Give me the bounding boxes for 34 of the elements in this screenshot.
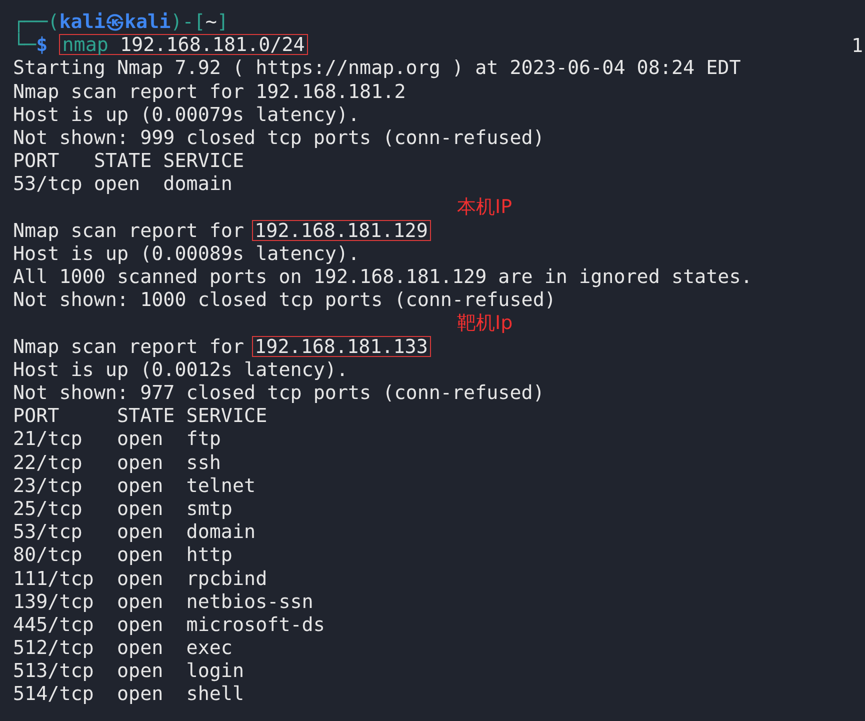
line-number: 1	[851, 34, 863, 58]
output-line: Host is up (0.00079s latency).	[13, 102, 360, 126]
output-line: Nmap scan report for	[13, 218, 244, 242]
output-line: 23/tcp open telnet	[13, 474, 256, 497]
output-line: Host is up (0.0012s latency).	[13, 358, 348, 381]
output-line: 80/tcp open http	[13, 543, 232, 566]
highlighted-command: nmap 192.168.181.0/24	[59, 34, 308, 56]
output-line: 25/tcp open smtp	[13, 496, 232, 520]
output-line: Starting Nmap 7.92 ( https://nmap.org ) at 2023-06-04 08:24 EDT	[13, 56, 741, 80]
output-line: 53/tcp open domain	[13, 520, 256, 544]
output-line: Not shown: 999 closed tcp ports (conn-refused)	[13, 126, 544, 149]
annotation-label: 本机IP	[457, 196, 512, 218]
output-line: Nmap scan report for	[13, 334, 244, 358]
output-line: 445/tcp open microsoft-ds	[13, 612, 325, 636]
output-line: 513/tcp open login	[13, 659, 244, 682]
output-line: PORT STATE SERVICE	[13, 149, 244, 172]
output-line: All 1000 scanned ports on 192.168.181.129 are in ignored states.	[13, 265, 752, 288]
highlighted-ip: 192.168.181.133	[252, 336, 431, 357]
shell-prompt: ┌──(kali㉿kali)-[~]	[13, 10, 228, 33]
prompt-symbol: └─$	[13, 33, 48, 56]
output-line: 512/tcp open exec	[13, 636, 232, 660]
output-line: Host is up (0.00089s latency).	[13, 242, 360, 265]
output-line: 139/tcp open netbios-ssn	[13, 590, 314, 613]
annotation-label: 靶机Ip	[457, 312, 513, 334]
output-line: Not shown: 1000 closed tcp ports (conn-refused)	[13, 288, 556, 312]
highlighted-ip: 192.168.181.129	[252, 220, 431, 241]
output-line: 22/tcp open ssh	[13, 450, 221, 474]
output-line: 21/tcp open ftp	[13, 427, 221, 450]
output-line: 53/tcp open domain	[13, 172, 232, 196]
output-line: 111/tcp open rpcbind	[13, 566, 268, 590]
output-line: Nmap scan report for 192.168.181.2	[13, 80, 406, 103]
output-line: 514/tcp open shell	[13, 682, 244, 706]
output-line: PORT STATE SERVICE	[13, 404, 268, 428]
output-line: Not shown: 977 closed tcp ports (conn-refused)	[13, 381, 544, 404]
